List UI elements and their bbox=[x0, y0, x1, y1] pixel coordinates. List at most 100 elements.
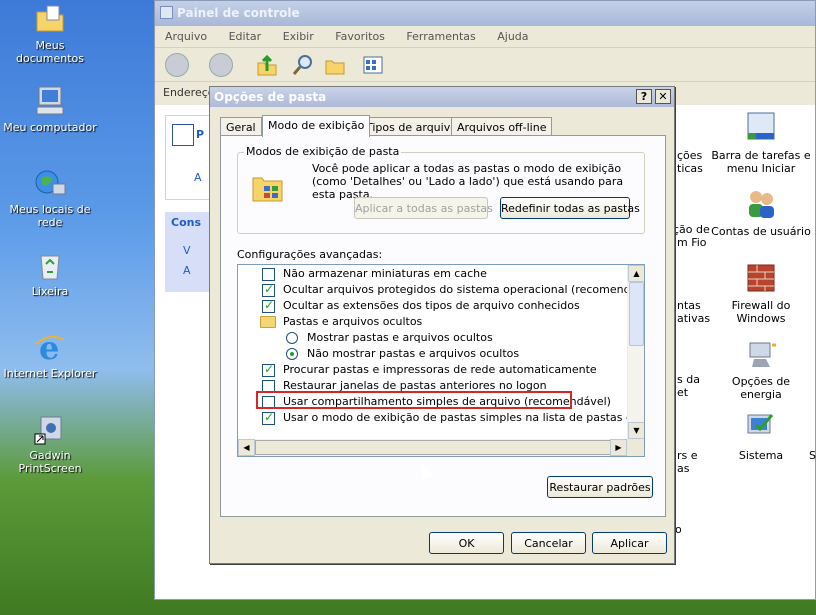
horizontal-scrollbar[interactable]: ◀ ▶ bbox=[238, 439, 644, 456]
help-button[interactable]: ? bbox=[636, 89, 652, 104]
window-title: Painel de controle bbox=[177, 6, 300, 20]
side-panel-link[interactable]: A bbox=[194, 171, 202, 184]
desktop-icon-internet-explorer[interactable]: e Internet Explorer bbox=[0, 329, 100, 380]
desktop-icon-label: Meu computador bbox=[3, 121, 97, 134]
checkbox[interactable] bbox=[262, 298, 275, 313]
tab-modo-de-exibicao[interactable]: Modo de exibição bbox=[262, 115, 371, 137]
tab-geral[interactable]: Geral bbox=[220, 117, 262, 136]
menu-arquivo[interactable]: Arquivo bbox=[165, 30, 207, 43]
setting-label: Mostrar pastas e arquivos ocultos bbox=[307, 331, 493, 344]
cp-partial-label[interactable]: S bbox=[809, 449, 816, 462]
dialog-title: Opções de pasta bbox=[214, 90, 327, 104]
cp-partial-label[interactable]: rs e bbox=[677, 449, 698, 462]
close-icon[interactable]: ✕ bbox=[655, 89, 671, 104]
search-icon[interactable] bbox=[291, 53, 315, 77]
desktop-icon-label: Internet Explorer bbox=[3, 367, 97, 380]
scroll-right-icon[interactable]: ▶ bbox=[610, 439, 627, 456]
forward-arrow-icon[interactable] bbox=[209, 53, 233, 77]
folder-options-dialog: Opções de pasta ? ✕ Geral Modo de exibiç… bbox=[209, 86, 675, 564]
address-label: Endereço bbox=[163, 86, 215, 99]
menu-editar[interactable]: Editar bbox=[229, 30, 262, 43]
desktop-icon-my-documents[interactable]: Meus documentos bbox=[0, 2, 100, 65]
apply-button[interactable]: Aplicar bbox=[592, 532, 667, 554]
cp-item-system[interactable]: Sistema bbox=[711, 411, 811, 462]
cp-partial-label[interactable]: o bbox=[675, 523, 682, 536]
apply-to-all-folders-button[interactable]: Aplicar a todas as pastas bbox=[354, 197, 493, 219]
checkbox[interactable] bbox=[262, 282, 275, 297]
camera-icon bbox=[33, 412, 67, 446]
folder-icon bbox=[33, 2, 67, 36]
menu-exibir[interactable]: Exibir bbox=[283, 30, 314, 43]
advanced-settings-label: Configurações avançadas: bbox=[237, 248, 383, 261]
checkbox[interactable] bbox=[262, 410, 275, 425]
cp-item-label: Contas de usuário bbox=[711, 225, 811, 238]
folders-icon[interactable] bbox=[323, 53, 347, 77]
radio-button[interactable] bbox=[286, 332, 298, 344]
restore-defaults-button[interactable]: Restaurar padrões bbox=[547, 476, 653, 498]
setting-label: Procurar pastas e impressoras de rede au… bbox=[283, 363, 597, 376]
tab-tipos-de-arquivo[interactable]: Tipos de arquivo bbox=[360, 117, 463, 136]
scroll-thumb-horizontal[interactable] bbox=[255, 440, 611, 455]
cp-item-firewall[interactable]: Firewall do Windows bbox=[711, 261, 811, 325]
desktop-icon-gadwin-printscreen[interactable]: Gadwin PrintScreen bbox=[0, 412, 100, 475]
cp-item-taskbar[interactable]: Barra de tarefas e menu Iniciar bbox=[711, 111, 811, 175]
ok-button[interactable]: OK bbox=[429, 532, 504, 554]
checkbox[interactable] bbox=[262, 268, 275, 281]
users-icon bbox=[744, 187, 778, 221]
cp-partial-label[interactable]: et bbox=[677, 386, 688, 399]
desktop-icon-recycle-bin[interactable]: Lixeira bbox=[0, 248, 100, 298]
cp-partial-label[interactable]: ntas bbox=[677, 299, 701, 312]
advanced-settings-list: Não armazenar miniaturas em cache Ocultar… bbox=[237, 264, 645, 457]
cp-partial-label[interactable]: m Fio bbox=[677, 236, 707, 249]
scroll-up-icon[interactable]: ▲ bbox=[628, 265, 644, 282]
scroll-thumb-vertical[interactable] bbox=[629, 282, 644, 346]
control-panel-icon bbox=[160, 6, 173, 19]
side-panel-header: Cons bbox=[171, 216, 202, 229]
side-link-windows-update[interactable]: V bbox=[183, 244, 191, 257]
control-panel-logo-icon bbox=[172, 124, 194, 146]
menu-ferramentas[interactable]: Ferramentas bbox=[406, 30, 475, 43]
cp-item-power-options[interactable]: Opções de energia bbox=[711, 337, 811, 401]
dialog-titlebar[interactable]: Opções de pasta ? ✕ bbox=[210, 87, 674, 107]
setting-label: Ocultar as extensões dos tipos de arquiv… bbox=[283, 299, 580, 312]
power-icon bbox=[744, 337, 778, 371]
tab-arquivos-off-line[interactable]: Arquivos off-line bbox=[451, 117, 553, 136]
setting-label: Ocultar arquivos protegidos do sistema o… bbox=[283, 283, 645, 296]
window-titlebar[interactable]: Painel de controle bbox=[155, 1, 815, 26]
back-arrow-icon[interactable] bbox=[165, 53, 189, 77]
cp-item-user-accounts[interactable]: Contas de usuário bbox=[711, 187, 811, 238]
cp-partial-label[interactable]: ticas bbox=[677, 162, 703, 175]
cp-partial-label[interactable]: ativas bbox=[677, 312, 710, 325]
menu-bar: Arquivo Editar Exibir Favoritos Ferramen… bbox=[155, 26, 815, 48]
setting-label: Não mostrar pastas e arquivos ocultos bbox=[307, 347, 520, 360]
vertical-scrollbar[interactable]: ▲ ▼ bbox=[627, 265, 644, 439]
desktop-icon-my-computer[interactable]: Meu computador bbox=[0, 84, 100, 134]
cp-item-label: Sistema bbox=[738, 449, 784, 462]
recycle-bin-icon bbox=[33, 248, 67, 282]
menu-favoritos[interactable]: Favoritos bbox=[335, 30, 385, 43]
side-panel-top: P A bbox=[165, 115, 211, 200]
up-folder-icon[interactable] bbox=[255, 53, 279, 77]
cp-partial-label[interactable]: s da bbox=[677, 373, 700, 386]
cp-partial-label[interactable]: ção de bbox=[673, 223, 710, 236]
setting-label: Pastas e arquivos ocultos bbox=[283, 315, 423, 328]
internet-explorer-icon: e bbox=[33, 329, 67, 367]
desktop-icon-network-places[interactable]: Meus locais de rede bbox=[0, 166, 100, 229]
views-icon[interactable] bbox=[361, 53, 385, 77]
reset-all-folders-button[interactable]: Redefinir todas as pastas bbox=[500, 197, 640, 219]
side-link-help[interactable]: A bbox=[183, 264, 191, 277]
desktop-icon-label: Lixeira bbox=[31, 285, 69, 298]
folder-views-group: Modos de exibição de pasta Você pode apl… bbox=[237, 145, 645, 234]
cp-partial-label[interactable]: as bbox=[677, 462, 689, 475]
checkbox[interactable] bbox=[262, 362, 275, 377]
folder-views-legend: Modos de exibição de pasta bbox=[244, 145, 402, 158]
cp-partial-label[interactable]: ções bbox=[677, 149, 702, 162]
scroll-down-icon[interactable]: ▼ bbox=[628, 422, 644, 439]
desktop-icon-label: Gadwin PrintScreen bbox=[18, 449, 82, 475]
cp-item-label: Firewall do Windows bbox=[731, 299, 791, 325]
network-globe-icon bbox=[33, 166, 67, 200]
menu-ajuda[interactable]: Ajuda bbox=[497, 30, 528, 43]
cancel-button[interactable]: Cancelar bbox=[511, 532, 586, 554]
radio-button[interactable] bbox=[286, 348, 298, 360]
scroll-left-icon[interactable]: ◀ bbox=[238, 439, 255, 456]
